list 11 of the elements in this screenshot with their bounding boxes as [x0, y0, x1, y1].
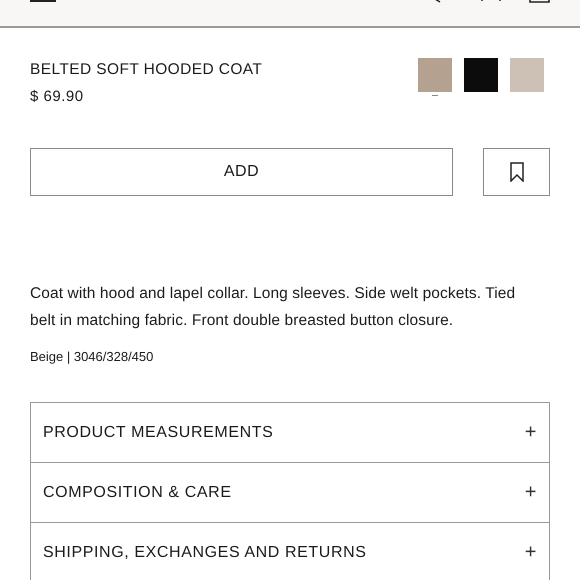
accordion-item[interactable]: PRODUCT MEASUREMENTS +: [31, 403, 549, 463]
expand-icon: +: [524, 421, 537, 444]
product-description: Coat with hood and lapel collar. Long sleeves. Side welt pockets. Tied belt in matching fabric. Front double breasted button closure.: [30, 284, 516, 331]
expand-icon: +: [524, 541, 537, 564]
accordion-item[interactable]: COMPOSITION & CARE +: [31, 463, 549, 523]
product-title: BELTED SOFT HOODED COAT: [30, 61, 262, 79]
expand-icon: +: [524, 481, 537, 504]
product-price: $ 69.90: [30, 88, 85, 105]
color-reference: Beige | 3046/328/450: [30, 349, 154, 364]
accordion-item[interactable]: SHIPPING, EXCHANGES AND RETURNS +: [31, 523, 549, 580]
add-button[interactable]: ADD: [30, 148, 453, 196]
